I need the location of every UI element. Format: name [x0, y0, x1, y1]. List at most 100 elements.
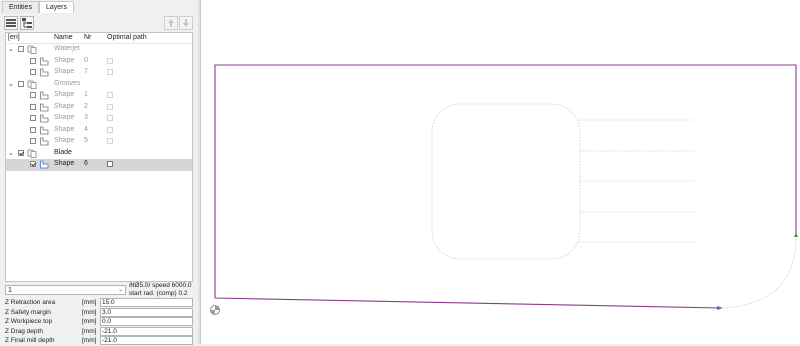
shape-number: 3 — [84, 114, 88, 121]
layer-icon — [27, 80, 37, 89]
parameter-label: Z Workpiece top — [5, 318, 53, 325]
shape-row[interactable]: Shape 5 — [6, 136, 192, 148]
optimal-path-column-header[interactable]: Optimal path — [107, 34, 147, 41]
shape-number: 1 — [84, 91, 88, 98]
z-retraction-area-field[interactable]: 15.0 — [100, 298, 193, 307]
language-header[interactable]: [en] — [8, 34, 20, 41]
shape-row[interactable]: Shape 7 — [6, 67, 192, 79]
visibility-checkbox[interactable] — [30, 115, 36, 121]
z-safety-margin-field[interactable]: 3.0 — [100, 307, 193, 317]
shape-number: 4 — [84, 125, 88, 133]
shape-row[interactable]: Shape 3 — [6, 113, 192, 125]
tab-bar: Entities Layers — [2, 1, 74, 13]
move-down-button[interactable] — [179, 16, 193, 30]
visibility-checkbox[interactable] — [30, 138, 36, 144]
optimal-path-checkbox[interactable] — [107, 138, 113, 144]
shape-row[interactable]: Shape 2 — [6, 102, 192, 114]
tool-summary-line-1: ðtØ5.0/ speed 6000.0 — [129, 282, 192, 289]
optimal-path-checkbox[interactable] — [107, 69, 113, 75]
tab-entities[interactable]: Entities — [2, 1, 39, 13]
layer-name: Waterjet — [54, 45, 80, 52]
z-drag-depth-field[interactable]: -21.0 — [100, 326, 193, 336]
parameter-unit: [mm] — [82, 308, 97, 316]
shape-row[interactable]: Shape 4 — [6, 125, 192, 137]
visibility-checkbox[interactable] — [18, 149, 24, 156]
layer-name: Blade — [54, 148, 72, 156]
tool-summary-line-2: start rad. (comp) 0.2 — [129, 290, 188, 297]
list-view-button[interactable] — [4, 16, 18, 30]
layer-name: Grooves — [54, 79, 81, 87]
chevron-down-icon: ⌄ — [117, 287, 123, 293]
visibility-checkbox[interactable] — [18, 80, 24, 87]
visibility-checkbox[interactable] — [30, 69, 36, 75]
shape-row[interactable]: Shape 1 — [6, 90, 192, 102]
parameter-unit: [mm] — [82, 327, 97, 335]
shape-number: 7 — [84, 68, 88, 75]
z-workpiece-top-field[interactable]: 0.0 — [100, 317, 193, 326]
optimal-path-checkbox[interactable] — [107, 115, 113, 121]
shape-name: Shape — [54, 56, 75, 64]
visibility-checkbox[interactable] — [30, 103, 36, 110]
blade-path[interactable] — [214, 64, 797, 309]
end-marker[interactable] — [717, 306, 723, 310]
shape-number: 6 — [84, 160, 88, 167]
shape-icon — [40, 68, 49, 77]
chevron-down-icon[interactable]: ⌄ — [8, 80, 14, 88]
layer-row[interactable]: ⌄ Blade — [6, 148, 192, 160]
parameter-label: Z Retraction area — [5, 299, 56, 306]
parameter-unit: [mm] — [82, 337, 97, 344]
optimal-path-checkbox[interactable] — [107, 57, 113, 64]
drawing-canvas[interactable] — [200, 0, 800, 344]
shape-name: Shape — [54, 102, 75, 110]
tree-view-icon — [22, 18, 32, 28]
optimal-path-checkbox[interactable] — [107, 161, 113, 167]
tab-layers[interactable]: Layers — [38, 1, 74, 13]
chevron-down-icon[interactable]: ⌄ — [8, 149, 14, 157]
nr-column-header[interactable]: Nr — [84, 34, 91, 41]
shape-icon — [40, 103, 49, 111]
shape-row[interactable]: Shape 6 — [6, 159, 192, 171]
shape-icon — [40, 137, 49, 146]
shape-icon — [40, 114, 49, 123]
parameter-unit: [mm] — [82, 318, 97, 325]
tool-select[interactable]: 1 ⌄ — [5, 285, 126, 295]
shape-name: Shape — [54, 68, 75, 75]
layer-row[interactable]: ⌄ Grooves — [6, 79, 192, 91]
visibility-checkbox[interactable] — [30, 126, 36, 133]
lead-arc[interactable] — [720, 235, 797, 309]
chevron-down-icon[interactable]: ⌄ — [8, 45, 14, 53]
shape-name: Shape — [54, 91, 75, 98]
shape-name: Shape — [54, 114, 75, 121]
layer-icon — [27, 149, 37, 158]
start-marker[interactable] — [794, 233, 798, 237]
groove-lines — [579, 119, 694, 243]
shape-icon — [40, 126, 49, 134]
move-up-button[interactable] — [164, 16, 178, 30]
drawing-svg — [214, 64, 798, 310]
waterjet-shape[interactable] — [431, 103, 581, 260]
parameter-unit: [mm] — [82, 299, 97, 306]
tree-view-button[interactable] — [20, 16, 34, 30]
optimal-path-checkbox[interactable] — [107, 103, 113, 110]
visibility-checkbox[interactable] — [18, 46, 24, 52]
shape-row[interactable]: Shape 0 — [6, 56, 192, 68]
visibility-checkbox[interactable] — [30, 161, 36, 167]
shape-number: 2 — [84, 102, 88, 110]
shape-name: Shape — [54, 125, 75, 133]
tool-select-value: 1 — [8, 287, 12, 294]
layers-toolbar — [4, 15, 194, 31]
shape-name: Shape — [54, 137, 75, 144]
shape-icon — [40, 57, 49, 65]
shape-number: 0 — [84, 56, 88, 64]
shape-icon — [40, 160, 49, 169]
name-column-header[interactable]: Name — [54, 34, 73, 41]
layer-row[interactable]: ⌄ Waterjet — [6, 44, 192, 56]
optimal-path-checkbox[interactable] — [107, 92, 113, 98]
tree-header: [en] Name Nr Optimal path — [6, 33, 192, 44]
layer-icon — [27, 45, 37, 54]
visibility-checkbox[interactable] — [30, 57, 36, 64]
visibility-checkbox[interactable] — [30, 92, 36, 98]
layer-tree: [en] Name Nr Optimal path ⌄ Waterjet Shape… — [5, 32, 193, 282]
tool-summary: ðtØ5.0/ speed 6000.0 start rad. (comp) 0… — [129, 282, 193, 298]
optimal-path-checkbox[interactable] — [107, 126, 113, 133]
